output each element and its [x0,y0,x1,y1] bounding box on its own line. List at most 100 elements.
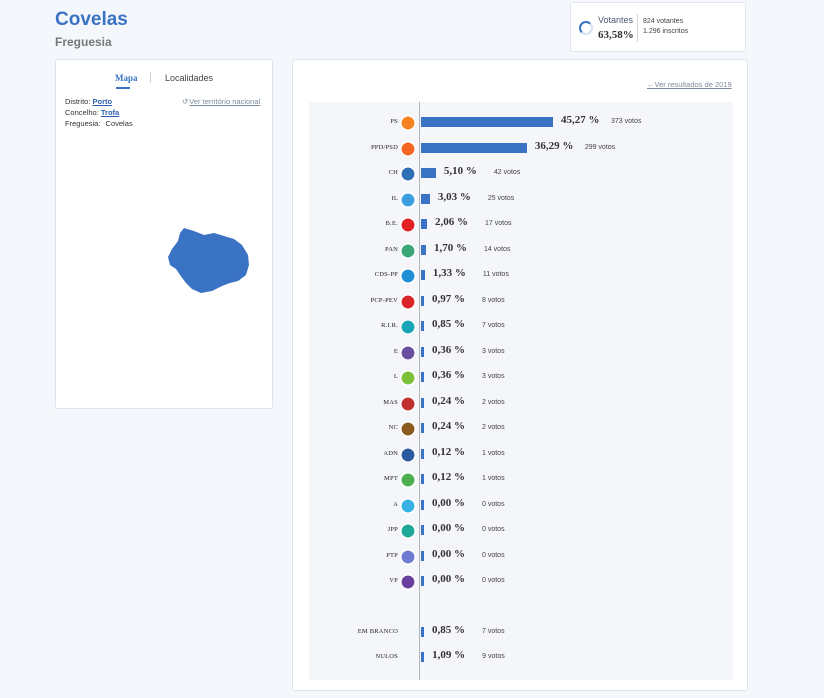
result-percent: 0,97 % [432,292,465,305]
result-percent: 5,10 % [443,165,477,177]
tab-mapa-indicator [116,87,130,89]
result-percent: 45,27 % [561,114,600,126]
party-logo-icon [400,472,416,488]
result-bar [421,244,426,255]
result-votes: 3 votos [482,347,505,355]
result-votes: 7 votos [482,322,505,329]
result-votes: 3 votos [482,373,505,380]
result-row: MAS 0,24 % 2 votos [309,395,733,413]
party-logo-icon [400,217,416,233]
tab-localidades[interactable]: Localidades [165,73,213,83]
result-votes: 0 votos [482,526,505,533]
party-name: MAS [383,398,398,406]
previous-results-label: Ver resultados de 2019 [654,80,732,89]
result-row: CDS-PP 1,33 % 11 votos [309,267,733,285]
party-name: CH [388,169,398,176]
municipality-link[interactable]: Trofa [101,108,119,117]
party-name: PTP [386,551,398,559]
result-percent: 1,33 % [432,267,466,279]
previous-results-link[interactable]: ←Ver resultados de 2019 [647,80,732,89]
party-name: IL [391,194,398,202]
result-row: MPT 0,12 % 1 votos [309,471,733,489]
party-name: A [393,500,398,508]
result-row: A 0,00 % 0 votos [309,497,733,515]
result-row: E 0,36 % 3 votos [309,344,733,362]
party-name: PS [390,118,398,125]
result-bar [421,652,425,662]
tab-mapa[interactable]: Mapa [115,73,138,83]
result-row: B.E. 2,06 % 17 votos [309,216,733,234]
result-bar [421,270,425,280]
results-card: ←Ver resultados de 2019 PS 45,27 % 373 vot… [292,59,748,691]
party-logo-icon [400,268,416,284]
turnout-card: Votantes 63,58% 824 votantes 1.296 inscr… [570,2,746,52]
party-logo-icon [400,140,416,157]
parish-map[interactable] [166,223,256,298]
result-votes: 7 votos [482,627,505,635]
result-percent: 0,00 % [432,496,465,509]
turnout-label: Votantes [598,15,634,25]
result-row: PTP 0,00 % 0 votos [309,548,733,566]
result-row: PPD/PSD 36,29 % 299 votos [309,140,733,158]
municipality-line: Concelho: Trofa [65,108,119,117]
result-votes: 9 votos [482,653,505,660]
result-bar [421,576,424,586]
party-logo-icon [400,115,416,131]
party-logo-icon [400,421,416,437]
result-votes: 299 votos [584,143,616,151]
district-link[interactable]: Porto [93,97,113,106]
result-row: NC 0,24 % 2 votos [309,420,733,438]
result-bar [421,499,424,510]
municipality-label: Concelho: [65,108,99,117]
result-row: VP 0,00 % 0 votos [309,573,733,591]
party-logo-icon [400,497,416,514]
result-votes: 0 votos [482,551,505,559]
party-name: EM BRANCO [357,627,398,635]
turnout-divider [637,14,638,42]
party-logo-icon [400,344,416,361]
parish-shape[interactable] [168,228,249,293]
party-logo-icon [400,166,416,182]
parish-line: Freguesia: Covelas [65,119,133,128]
result-percent: 1,09 % [432,649,466,661]
result-row: PS 45,27 % 373 votos [309,114,733,132]
party-logo-icon [400,319,416,335]
result-votes: 14 votos [483,245,511,253]
result-bar [421,346,424,357]
result-percent: 0,12 % [432,471,465,483]
result-bar [421,626,424,637]
party-logo-icon [400,446,416,463]
national-territory-link[interactable]: ↺Ver território nacional [182,97,260,106]
party-name: ADN [383,449,398,457]
result-votes: 0 votos [482,577,505,584]
result-bar [421,372,424,382]
result-percent: 0,24 % [432,394,465,407]
party-logo-icon [400,574,416,590]
party-name: B.E. [385,220,398,227]
result-percent: 3,03 % [437,190,471,203]
result-percent: 0,00 % [432,573,465,585]
page-title: Covelas [55,9,128,30]
result-bar [421,295,424,306]
result-votes: 2 votos [482,398,505,406]
result-bar [421,550,424,561]
tab-divider [150,72,151,83]
result-bar [421,397,424,408]
result-bar [421,423,424,433]
party-logo-icon [400,523,416,539]
party-name: CDS-PP [374,271,398,278]
result-percent: 0,00 % [432,522,465,534]
result-percent: 0,12 % [432,445,465,458]
result-votes: 0 votos [482,500,505,508]
result-votes: 42 votos [493,169,521,176]
result-percent: 0,24 % [432,420,465,432]
page-subtitle: Freguesia [55,35,112,49]
turnout-registered: 1.296 inscritos [643,28,689,35]
national-territory-label: Ver território nacional [189,97,261,106]
party-name: JPP [387,526,398,533]
turnout-progress-icon [579,21,593,35]
arrow-left-icon: ← [647,80,655,89]
result-bar [421,193,430,204]
parish-value: Covelas [105,119,133,128]
result-bar [421,474,424,484]
